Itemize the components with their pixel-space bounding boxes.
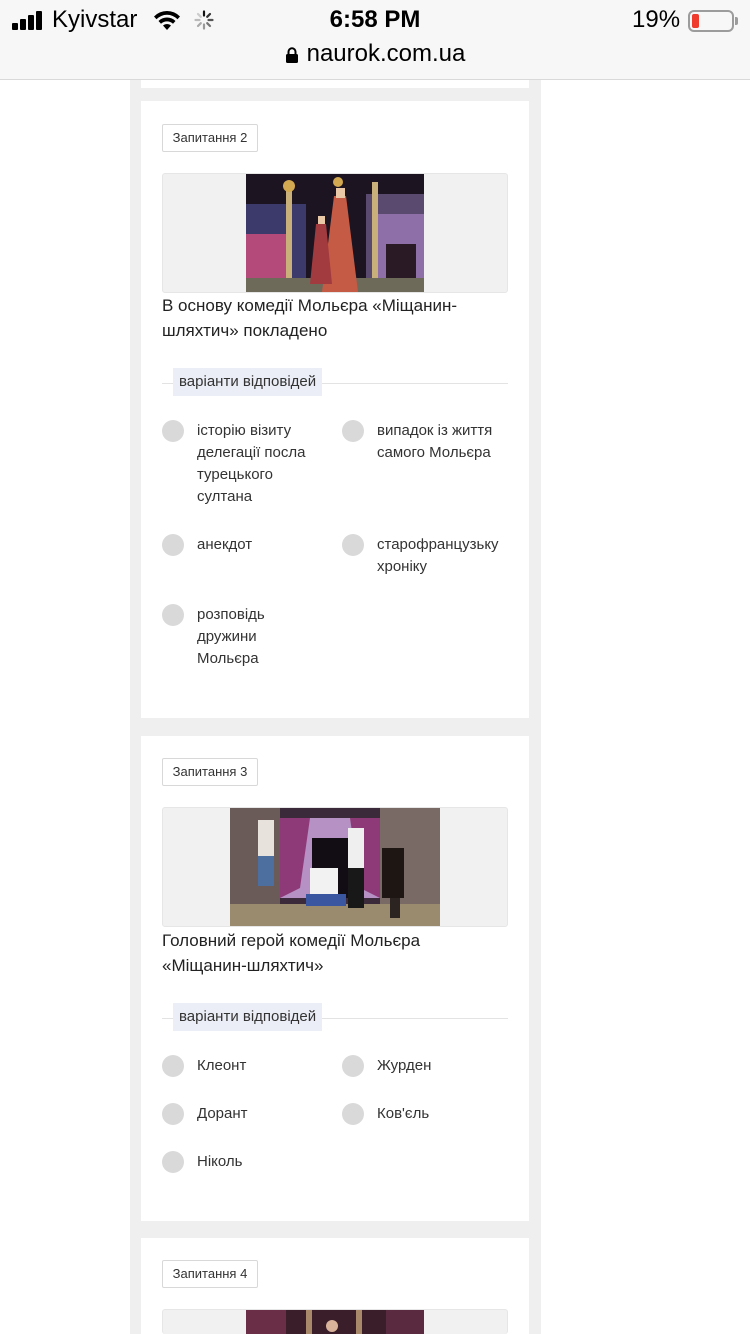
question-image-frame [162, 173, 508, 293]
answer-label: розповідь дружини Мольєра [197, 606, 265, 667]
radio-button[interactable] [342, 534, 364, 556]
answer-label: старофранцузьку хроніку [377, 536, 499, 575]
answer-label: Ков'єль [377, 1105, 430, 1122]
radio-button[interactable] [342, 420, 364, 442]
radio-button[interactable] [162, 534, 184, 556]
radio-button[interactable] [342, 1055, 364, 1077]
question-card: Запитання 2 В основу комедії Мольєра «Мі… [141, 101, 529, 718]
radio-button[interactable] [162, 420, 184, 442]
question-image[interactable] [230, 808, 440, 926]
radio-button[interactable] [162, 604, 184, 626]
battery-percent: 19% [632, 6, 681, 33]
answers-label: варіанти відповідей [173, 1003, 323, 1031]
answers-label: варіанти відповідей [173, 368, 323, 396]
answer-label: історію візиту делегації посла турецьког… [197, 422, 306, 505]
question-number-badge: Запитання 2 [162, 124, 258, 152]
radio-button[interactable] [162, 1151, 184, 1173]
question-image-frame [162, 807, 508, 927]
answer-label: анекдот [197, 536, 253, 553]
radio-button[interactable] [162, 1055, 184, 1077]
question-number-badge: Запитання 4 [162, 1260, 258, 1288]
lock-icon [285, 47, 298, 63]
answer-label: Дорант [197, 1105, 248, 1122]
answer-label: випадок із життя самого Мольєра [377, 422, 493, 461]
url-text: naurok.com.ua [306, 40, 466, 67]
answer-label: Ніколь [197, 1153, 243, 1170]
question-text: Головний герой комедії Мольєра «Міщанин-… [162, 931, 421, 975]
question-text: В основу комедії Мольєра «Міщанин-шляхти… [162, 296, 458, 340]
radio-button[interactable] [162, 1103, 184, 1125]
battery-icon [688, 10, 738, 32]
question-image[interactable] [246, 1310, 424, 1334]
radio-button[interactable] [342, 1103, 364, 1125]
question-image[interactable] [246, 174, 424, 292]
battery-level [692, 14, 699, 28]
answer-label: Клеонт [197, 1057, 247, 1074]
address-bar[interactable]: naurok.com.ua [0, 40, 750, 70]
question-card-previous [141, 80, 529, 88]
status-bar: Kyivstar 6:58 PM 19% naurok.com.ua [0, 0, 750, 80]
answer-label: Журден [377, 1057, 432, 1074]
question-image-frame [162, 1309, 508, 1334]
question-number-badge: Запитання 3 [162, 758, 258, 786]
question-card: Запитання 3 Головний герой комедії Мольє… [141, 736, 529, 1221]
question-card: Запитання 4 [141, 1238, 529, 1334]
